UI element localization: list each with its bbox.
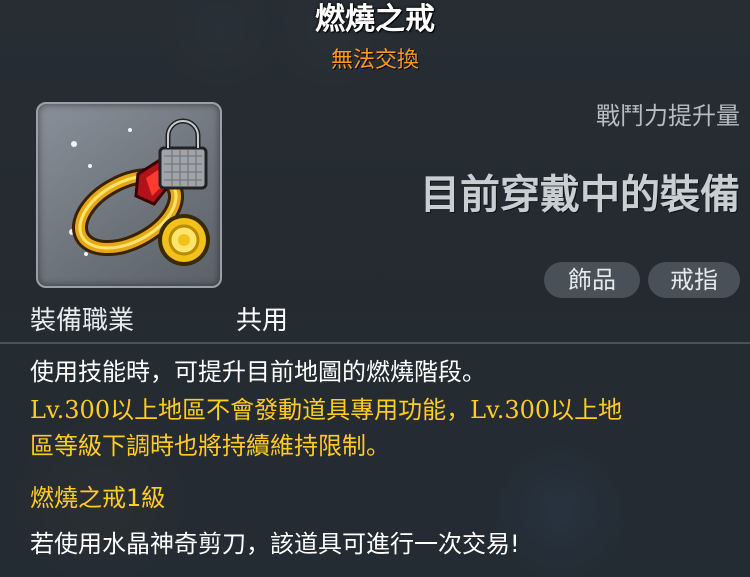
item-icon-slot xyxy=(36,102,222,288)
trade-status: 無法交換 xyxy=(330,48,419,73)
item-name: 燃燒之戒 xyxy=(315,2,435,37)
divider xyxy=(0,342,750,344)
equipped-status: 目前穿戴中的裝備 xyxy=(420,172,740,218)
job-label: 裝備職業 xyxy=(30,306,135,336)
item-tooltip: 燃燒之戒 無法交換 戰鬥力提升量 目前穿戴中的裝備 飾品 戒指 裝備職業 共用 … xyxy=(0,0,750,577)
item-restriction-notice: Lv.300以上地區不會發動道具專用功能，Lv.300以上地 區等級下調時也將持… xyxy=(30,392,745,464)
notice-line-2: 區等級下調時也將持續維持限制。 xyxy=(30,432,390,460)
item-level-line: 燃燒之戒1級 xyxy=(30,484,166,512)
scissors-trade-line: 若使用水晶神奇剪刀，該道具可進行一次交易! xyxy=(30,530,520,558)
burning-ring-icon xyxy=(69,118,210,266)
tag-ring: 戒指 xyxy=(648,262,740,298)
notice-line-1: Lv.300以上地區不會發動道具專用功能，Lv.300以上地 xyxy=(30,396,623,424)
combat-power-label: 戰鬥力提升量 xyxy=(596,102,740,130)
job-value: 共用 xyxy=(236,306,289,336)
item-description: 使用技能時，可提升目前地圖的燃燒階段。 xyxy=(30,358,486,386)
tag-accessory: 飾品 xyxy=(544,262,640,298)
